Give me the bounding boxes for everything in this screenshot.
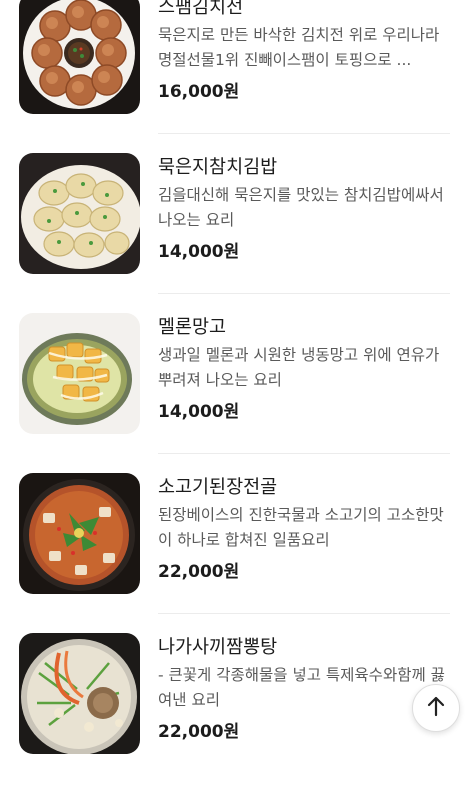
menu-item-name: 소고기된장전골 [158, 477, 278, 498]
menu-item-price: 14,000원 [158, 242, 240, 262]
divider [158, 133, 450, 134]
menu-item-name: 스팸김치전 [158, 0, 244, 18]
menu-item-nagasaki-jjamppong[interactable]: 나가사끼짬뽕탕 - 큰꽃게 각종해물을 넣고 특제육수와함께 끓여낸 요리 22… [0, 633, 466, 793]
menu-item-description: 묵은지로 만든 바삭한 김치전 위로 우리나라 명절선물1위 진빼이스팸이 토핑… [158, 26, 440, 69]
menu-item-beef-doenjang-stew[interactable]: 소고기된장전골 된장베이스의 진한국물과 소고기의 고소한맛이 하나로 합쳐진 … [0, 473, 466, 633]
menu-item-name: 멜론망고 [158, 317, 227, 338]
doenjang-stew-photo [19, 473, 140, 594]
menu-item-description: 생과일 멜론과 시원한 냉동망고 위에 연유가뿌려져 나오는 요리 [158, 346, 440, 389]
arrow-up-icon [426, 695, 446, 721]
menu-item-price: 22,000원 [158, 722, 240, 742]
menu-item-price: 14,000원 [158, 402, 240, 422]
menu-item-name: 나가사끼짬뽕탕 [158, 637, 278, 658]
menu-item-price: 22,000원 [158, 562, 240, 582]
menu-item-spam-kimchi-pancake[interactable]: 스팸김치전 묵은지로 만든 바삭한 김치전 위로 우리나라 명절선물1위 진빼이… [0, 0, 466, 153]
menu-item-description: 김을대신해 묵은지를 맛있는 참치김밥에싸서 나오는 요리 [158, 186, 444, 229]
divider [158, 293, 450, 294]
jjamppong-photo [19, 633, 140, 754]
menu-item-melon-mango[interactable]: 멜론망고 생과일 멜론과 시원한 냉동망고 위에 연유가뿌려져 나오는 요리 1… [0, 313, 466, 473]
divider [158, 613, 450, 614]
menu-item-name: 묵은지참치김밥 [158, 157, 278, 178]
kimchi-pancake-photo [19, 0, 140, 114]
divider [158, 453, 450, 454]
menu-item-description: - 큰꽃게 각종해물을 넣고 특제육수와함께 끓여낸 요리 [158, 666, 445, 709]
menu-item-description: 된장베이스의 진한국물과 소고기의 고소한맛이 하나로 합쳐진 일품요리 [158, 506, 444, 549]
melon-mango-photo [19, 313, 140, 434]
scroll-to-top-button[interactable] [412, 684, 460, 732]
kimbap-photo [19, 153, 140, 274]
menu-item-price: 16,000원 [158, 82, 240, 102]
menu-item-tuna-kimbap[interactable]: 묵은지참치김밥 김을대신해 묵은지를 맛있는 참치김밥에싸서 나오는 요리 14… [0, 153, 466, 313]
